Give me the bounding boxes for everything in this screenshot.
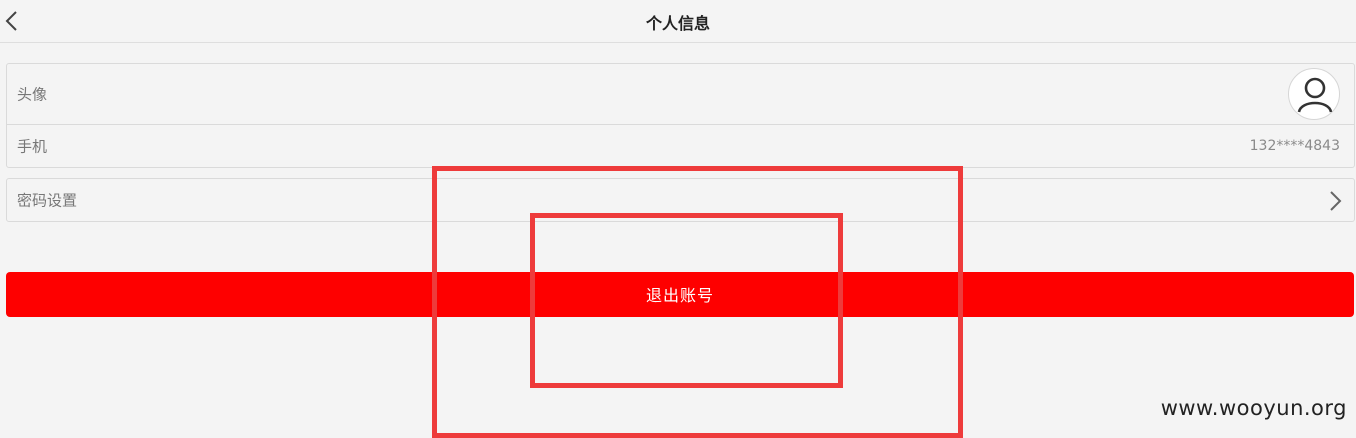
- avatar[interactable]: [1288, 68, 1340, 120]
- chevron-right-icon: [1330, 191, 1342, 211]
- user-icon: [1297, 77, 1333, 113]
- password-settings-label: 密码设置: [17, 191, 78, 210]
- phone-label: 手机: [17, 137, 48, 156]
- password-settings-card: 密码设置: [6, 178, 1355, 222]
- page-title: 个人信息: [645, 14, 710, 33]
- phone-row: 手机 132****4843: [7, 125, 1354, 167]
- profile-card: 头像 手机 132****4843: [6, 63, 1355, 168]
- avatar-row[interactable]: 头像: [7, 64, 1354, 125]
- password-settings-row[interactable]: 密码设置: [7, 179, 1354, 221]
- phone-value: 132****4843: [1249, 138, 1340, 154]
- header-bar: 个人信息: [0, 0, 1356, 43]
- watermark: www.wooyun.org: [1160, 396, 1347, 420]
- logout-button[interactable]: 退出账号: [6, 272, 1354, 317]
- avatar-label: 头像: [17, 85, 48, 104]
